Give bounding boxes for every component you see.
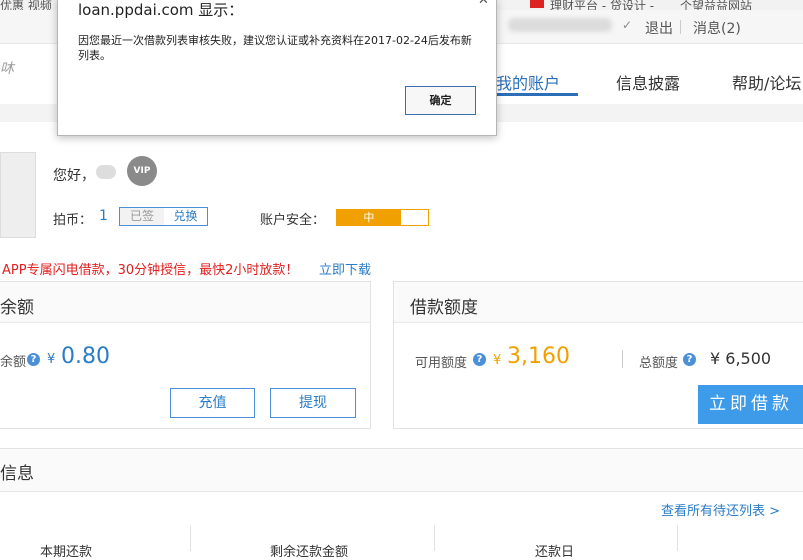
balance-panel-title: 余额: [0, 298, 34, 318]
logo[interactable]: 㕲: [0, 58, 16, 78]
help-icon[interactable]: ?: [27, 353, 40, 366]
borrow-now-button[interactable]: 立即借款: [698, 385, 803, 424]
available-limit-label: 可用额度: [415, 356, 468, 371]
close-icon[interactable]: ✕: [478, 0, 489, 8]
exchange-button[interactable]: 兑换: [164, 208, 207, 225]
greeting-text: 您好，: [53, 168, 95, 184]
balance-label: 余额: [0, 355, 27, 370]
blurred-nickname: [96, 165, 116, 179]
avatar[interactable]: [0, 152, 36, 238]
dialog-message: 因您最近一次借款列表审核失败，建议您认证或补充资料在2017-02-24后发布新…: [78, 34, 472, 62]
info-section-header: [0, 448, 803, 492]
divider: [622, 350, 623, 368]
loan-panel-title: 借款额度: [410, 298, 478, 318]
view-all-repayments-link[interactable]: 查看所有待还列表 >: [661, 500, 780, 519]
help-icon[interactable]: ?: [683, 353, 696, 366]
info-section-title: 信息: [0, 464, 34, 484]
messages-link[interactable]: 消息(2): [693, 18, 741, 38]
divider: [680, 20, 681, 34]
balance-panel-header: [0, 282, 370, 323]
dialog-title: loan.ppdai.com 显示：: [78, 1, 244, 19]
divider: [677, 525, 678, 551]
available-limit-value: 3,160: [507, 344, 570, 369]
security-label: 账户安全：: [260, 213, 326, 228]
sign-exchange-group: 已签 兑换: [119, 207, 208, 226]
nav-help-forum[interactable]: 帮助/论坛: [732, 70, 801, 94]
currency-symbol: ¥: [493, 353, 502, 368]
currency-symbol: ¥: [47, 352, 56, 367]
divider: [190, 525, 191, 551]
total-limit-value: ¥ 6,500: [710, 349, 772, 368]
nav-info-disclosure[interactable]: 信息披露: [616, 70, 680, 94]
chevron-down-icon[interactable]: ✓: [622, 18, 632, 32]
help-icon[interactable]: ?: [473, 353, 486, 366]
recharge-button[interactable]: 充值: [170, 388, 255, 418]
signed-status: 已签: [120, 208, 164, 225]
security-bar-fill: 中: [337, 210, 401, 225]
nav-active-underline: [486, 93, 578, 96]
coins-label: 拍币：: [53, 213, 93, 228]
balance-panel: 余额 余额 ? ¥ 0.80 充值 提现: [0, 281, 371, 429]
loan-limit-panel: 借款额度 可用额度 ? ¥ 3,160 总额度 ? ¥ 6,500 立即借款: [393, 281, 803, 429]
dialog-ok-button[interactable]: 确定: [405, 86, 476, 115]
logout-link[interactable]: 退出: [645, 18, 673, 38]
promo-download-link[interactable]: 立即下载: [319, 259, 371, 278]
promo-text: APP专属闪电借款，30分钟授信，最快2小时放款！: [2, 263, 299, 278]
alert-dialog: loan.ppdai.com 显示： ✕ 因您最近一次借款列表审核失败，建议您认…: [57, 0, 497, 136]
blurred-username: [508, 18, 612, 32]
nav-my-account[interactable]: 我的账户: [496, 70, 560, 94]
vip-badge-label: VIP: [133, 166, 151, 176]
divider: [434, 525, 435, 551]
balance-value: 0.80: [61, 344, 110, 369]
security-bar: 中: [336, 209, 429, 226]
withdraw-button[interactable]: 提现: [270, 388, 356, 418]
coins-value[interactable]: 1: [99, 208, 108, 224]
bookmark-favicon: [530, 0, 544, 8]
total-limit-label: 总额度: [639, 356, 679, 371]
security-level-text: 中: [363, 211, 375, 224]
vip-badge-icon[interactable]: VIP: [127, 156, 157, 186]
